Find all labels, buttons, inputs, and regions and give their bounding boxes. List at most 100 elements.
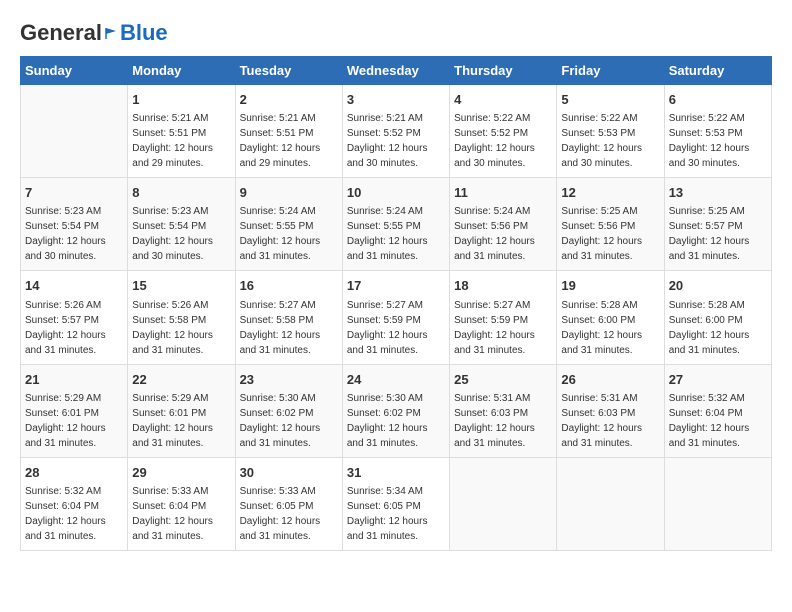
day-number: 18: [454, 277, 552, 295]
day-number: 20: [669, 277, 767, 295]
day-info: Sunrise: 5:24 AM Sunset: 5:56 PM Dayligh…: [454, 204, 552, 264]
day-info: Sunrise: 5:27 AM Sunset: 5:59 PM Dayligh…: [347, 298, 445, 358]
weekday-header-saturday: Saturday: [664, 57, 771, 85]
calendar-cell: 12 Sunrise: 5:25 AM Sunset: 5:56 PM Dayli…: [557, 178, 664, 271]
weekday-header-sunday: Sunday: [21, 57, 128, 85]
day-info: Sunrise: 5:31 AM Sunset: 6:03 PM Dayligh…: [454, 391, 552, 451]
calendar-cell: 18 Sunrise: 5:27 AM Sunset: 5:59 PM Dayli…: [450, 271, 557, 364]
day-number: 7: [25, 184, 123, 202]
week-row-3: 14Sunrise: 5:26 AM Sunset: 5:57 PM Dayli…: [21, 271, 772, 364]
weekday-header-monday: Monday: [128, 57, 235, 85]
day-number: 22: [132, 371, 230, 389]
calendar-cell: 24Sunrise: 5:30 AM Sunset: 6:02 PM Dayli…: [342, 364, 449, 457]
calendar-cell: 31Sunrise: 5:34 AM Sunset: 6:05 PM Dayli…: [342, 457, 449, 550]
day-number: 21: [25, 371, 123, 389]
day-info: Sunrise: 5:28 AM Sunset: 6:00 PM Dayligh…: [561, 298, 659, 358]
week-row-5: 28 Sunrise: 5:32 AM Sunset: 6:04 PM Dayli…: [21, 457, 772, 550]
calendar-cell: 3 Sunrise: 5:21 AM Sunset: 5:52 PM Daylig…: [342, 85, 449, 178]
day-info: Sunrise: 5:33 AM Sunset: 6:04 PM Dayligh…: [132, 484, 230, 544]
calendar-table: SundayMondayTuesdayWednesdayThursdayFrid…: [20, 56, 772, 551]
calendar-cell: 27Sunrise: 5:32 AM Sunset: 6:04 PM Dayli…: [664, 364, 771, 457]
calendar-cell: [557, 457, 664, 550]
page-header: General Blue: [20, 20, 772, 46]
calendar-cell: 17 Sunrise: 5:27 AM Sunset: 5:59 PM Dayli…: [342, 271, 449, 364]
day-info: Sunrise: 5:30 AM Sunset: 6:02 PM Dayligh…: [240, 391, 338, 451]
week-row-1: 1 Sunrise: 5:21 AM Sunset: 5:51 PM Daylig…: [21, 85, 772, 178]
day-info: Sunrise: 5:32 AM Sunset: 6:04 PM Dayligh…: [25, 484, 123, 544]
logo: General Blue: [20, 20, 168, 46]
day-info: Sunrise: 5:26 AM Sunset: 5:57 PM Dayligh…: [25, 298, 123, 358]
day-number: 11: [454, 184, 552, 202]
day-number: 10: [347, 184, 445, 202]
day-number: 4: [454, 91, 552, 109]
day-info: Sunrise: 5:21 AM Sunset: 5:51 PM Dayligh…: [240, 111, 338, 171]
day-info: Sunrise: 5:34 AM Sunset: 6:05 PM Dayligh…: [347, 484, 445, 544]
day-number: 5: [561, 91, 659, 109]
day-number: 8: [132, 184, 230, 202]
day-info: Sunrise: 5:24 AM Sunset: 5:55 PM Dayligh…: [347, 204, 445, 264]
day-info: Sunrise: 5:22 AM Sunset: 5:53 PM Dayligh…: [561, 111, 659, 171]
day-info: Sunrise: 5:25 AM Sunset: 5:57 PM Dayligh…: [669, 204, 767, 264]
day-info: Sunrise: 5:21 AM Sunset: 5:51 PM Dayligh…: [132, 111, 230, 171]
logo-general: General: [20, 20, 102, 46]
calendar-cell: 6 Sunrise: 5:22 AM Sunset: 5:53 PM Daylig…: [664, 85, 771, 178]
logo-flag-icon: [104, 26, 118, 40]
day-number: 27: [669, 371, 767, 389]
day-info: Sunrise: 5:23 AM Sunset: 5:54 PM Dayligh…: [25, 204, 123, 264]
weekday-header-thursday: Thursday: [450, 57, 557, 85]
day-info: Sunrise: 5:25 AM Sunset: 5:56 PM Dayligh…: [561, 204, 659, 264]
logo-blue: Blue: [120, 20, 168, 46]
calendar-cell: 14Sunrise: 5:26 AM Sunset: 5:57 PM Dayli…: [21, 271, 128, 364]
day-info: Sunrise: 5:31 AM Sunset: 6:03 PM Dayligh…: [561, 391, 659, 451]
day-number: 15: [132, 277, 230, 295]
calendar-cell: 25Sunrise: 5:31 AM Sunset: 6:03 PM Dayli…: [450, 364, 557, 457]
day-number: 6: [669, 91, 767, 109]
day-number: 2: [240, 91, 338, 109]
calendar-cell: 2 Sunrise: 5:21 AM Sunset: 5:51 PM Daylig…: [235, 85, 342, 178]
calendar-cell: 7 Sunrise: 5:23 AM Sunset: 5:54 PM Daylig…: [21, 178, 128, 271]
day-number: 12: [561, 184, 659, 202]
day-number: 30: [240, 464, 338, 482]
calendar-cell: 15Sunrise: 5:26 AM Sunset: 5:58 PM Dayli…: [128, 271, 235, 364]
calendar-cell: 5 Sunrise: 5:22 AM Sunset: 5:53 PM Daylig…: [557, 85, 664, 178]
calendar-cell: 11 Sunrise: 5:24 AM Sunset: 5:56 PM Dayli…: [450, 178, 557, 271]
calendar-cell: 29Sunrise: 5:33 AM Sunset: 6:04 PM Dayli…: [128, 457, 235, 550]
calendar-cell: 21 Sunrise: 5:29 AM Sunset: 6:01 PM Dayli…: [21, 364, 128, 457]
weekday-header-row: SundayMondayTuesdayWednesdayThursdayFrid…: [21, 57, 772, 85]
day-number: 28: [25, 464, 123, 482]
day-info: Sunrise: 5:21 AM Sunset: 5:52 PM Dayligh…: [347, 111, 445, 171]
day-info: Sunrise: 5:22 AM Sunset: 5:52 PM Dayligh…: [454, 111, 552, 171]
weekday-header-tuesday: Tuesday: [235, 57, 342, 85]
calendar-cell: 22Sunrise: 5:29 AM Sunset: 6:01 PM Dayli…: [128, 364, 235, 457]
calendar-cell: 9 Sunrise: 5:24 AM Sunset: 5:55 PM Daylig…: [235, 178, 342, 271]
calendar-cell: 4 Sunrise: 5:22 AM Sunset: 5:52 PM Daylig…: [450, 85, 557, 178]
day-number: 16: [240, 277, 338, 295]
day-info: Sunrise: 5:29 AM Sunset: 6:01 PM Dayligh…: [25, 391, 123, 451]
day-number: 1: [132, 91, 230, 109]
calendar-cell: 1 Sunrise: 5:21 AM Sunset: 5:51 PM Daylig…: [128, 85, 235, 178]
calendar-cell: 28 Sunrise: 5:32 AM Sunset: 6:04 PM Dayli…: [21, 457, 128, 550]
day-number: 26: [561, 371, 659, 389]
weekday-header-wednesday: Wednesday: [342, 57, 449, 85]
day-info: Sunrise: 5:24 AM Sunset: 5:55 PM Dayligh…: [240, 204, 338, 264]
calendar-cell: 30 Sunrise: 5:33 AM Sunset: 6:05 PM Dayli…: [235, 457, 342, 550]
week-row-4: 21 Sunrise: 5:29 AM Sunset: 6:01 PM Dayli…: [21, 364, 772, 457]
calendar-cell: 13 Sunrise: 5:25 AM Sunset: 5:57 PM Dayli…: [664, 178, 771, 271]
calendar-cell: 8Sunrise: 5:23 AM Sunset: 5:54 PM Daylig…: [128, 178, 235, 271]
day-number: 24: [347, 371, 445, 389]
day-number: 13: [669, 184, 767, 202]
calendar-cell: 23 Sunrise: 5:30 AM Sunset: 6:02 PM Dayli…: [235, 364, 342, 457]
day-number: 17: [347, 277, 445, 295]
day-info: Sunrise: 5:27 AM Sunset: 5:59 PM Dayligh…: [454, 298, 552, 358]
day-info: Sunrise: 5:33 AM Sunset: 6:05 PM Dayligh…: [240, 484, 338, 544]
calendar-cell: 20Sunrise: 5:28 AM Sunset: 6:00 PM Dayli…: [664, 271, 771, 364]
day-number: 23: [240, 371, 338, 389]
week-row-2: 7 Sunrise: 5:23 AM Sunset: 5:54 PM Daylig…: [21, 178, 772, 271]
calendar-cell: [21, 85, 128, 178]
day-number: 3: [347, 91, 445, 109]
calendar-cell: 26 Sunrise: 5:31 AM Sunset: 6:03 PM Dayli…: [557, 364, 664, 457]
day-info: Sunrise: 5:22 AM Sunset: 5:53 PM Dayligh…: [669, 111, 767, 171]
calendar-cell: 10 Sunrise: 5:24 AM Sunset: 5:55 PM Dayli…: [342, 178, 449, 271]
day-number: 9: [240, 184, 338, 202]
day-number: 19: [561, 277, 659, 295]
